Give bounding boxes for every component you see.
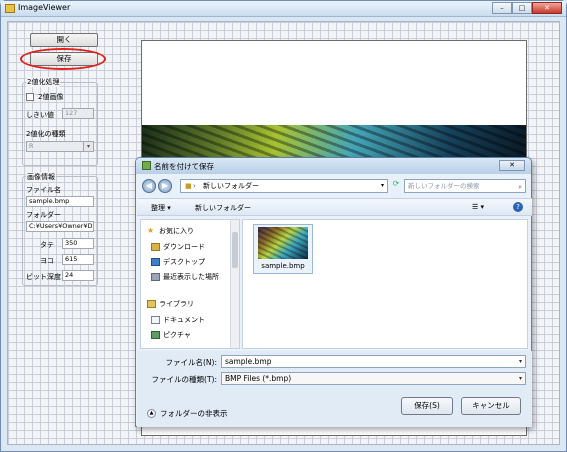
back-arrow-icon[interactable]: ◀	[142, 179, 156, 193]
chevron-down-icon[interactable]: ▾	[519, 356, 522, 367]
desktop-icon	[151, 258, 160, 266]
info-height-label: タテ	[40, 241, 54, 249]
nav-item-libraries[interactable]: ライブラリ	[147, 299, 194, 309]
navigation-scrollbar[interactable]	[230, 220, 239, 348]
loaded-image	[142, 125, 526, 161]
filetype-value: BMP Files (*.bmp)	[225, 374, 292, 383]
info-depth-label: ビット深度	[26, 273, 61, 281]
info-width-field[interactable]: 615	[62, 254, 94, 265]
help-icon[interactable]: ?	[513, 202, 523, 212]
binarize-checkbox-label: 2値画像	[38, 93, 64, 101]
hide-folders-label: フォルダーの非表示	[160, 409, 228, 418]
window-title: ImageViewer	[18, 3, 71, 12]
info-height-field[interactable]: 350	[62, 238, 94, 249]
highlight-ring	[20, 48, 106, 70]
info-folder-label: フォルダー	[26, 211, 61, 219]
file-thumbnail	[258, 227, 308, 259]
pictures-icon	[151, 331, 160, 339]
recent-places-icon	[151, 273, 160, 281]
binarize-type-value: R	[29, 142, 34, 150]
binarize-checkbox[interactable]	[26, 93, 34, 101]
address-row: ◀ ▶ ■ › 新しいフォルダー ▾ ⟳ 新しいフォルダーの検索 ⌕	[140, 178, 528, 194]
chevron-down-icon[interactable]: ▾	[519, 373, 522, 384]
app-icon	[5, 4, 15, 13]
file-name: sample.bmp	[261, 262, 305, 270]
address-bar[interactable]: ■ › 新しいフォルダー ▾	[180, 179, 388, 193]
filename-input[interactable]: sample.bmp ▾	[221, 355, 526, 368]
save-dialog: 名前を付けて保存 ✕ ◀ ▶ ■ › 新しいフォルダー ▾ ⟳ 新しいフォルダー…	[135, 157, 532, 427]
folder-icon: ■	[185, 182, 192, 190]
nav-item-favorites[interactable]: ★ お気に入り	[147, 226, 194, 236]
scrollbar-thumb[interactable]	[232, 232, 238, 268]
search-placeholder: 新しいフォルダーの検索	[408, 182, 480, 190]
star-icon: ★	[147, 226, 155, 235]
filetype-label: ファイルの種類(T):	[151, 375, 217, 384]
nav-item-downloads[interactable]: ダウンロード	[151, 242, 205, 252]
info-folder-field[interactable]: C:¥Users¥Owner¥De	[26, 221, 94, 232]
nav-item-documents[interactable]: ドキュメント	[151, 315, 205, 325]
refresh-icon[interactable]: ⟳	[390, 179, 402, 193]
info-filename-field[interactable]: sample.bmp	[26, 196, 94, 207]
filename-label: ファイル名(N):	[165, 358, 218, 367]
search-icon: ⌕	[518, 183, 522, 191]
filetype-select[interactable]: BMP Files (*.bmp) ▾	[221, 372, 526, 385]
maximize-button[interactable]: □	[512, 2, 532, 14]
library-icon	[147, 300, 156, 308]
info-filename-label: ファイル名	[26, 186, 61, 194]
search-input[interactable]: 新しいフォルダーの検索 ⌕	[404, 179, 526, 193]
image-info-group-label: 画像情報	[26, 172, 56, 182]
dialog-titlebar[interactable]: 名前を付けて保存 ✕	[136, 158, 531, 174]
nav-item-label: ピクチャ	[163, 331, 191, 339]
binarize-type-select[interactable]: R ▾	[26, 141, 94, 152]
filename-value: sample.bmp	[225, 357, 272, 366]
nav-item-pictures[interactable]: ピクチャ	[151, 330, 191, 340]
hide-folders-toggle[interactable]: ▲ フォルダーの非表示	[147, 408, 228, 419]
threshold-label: しきい値	[26, 111, 54, 119]
organize-button[interactable]: 整理 ▾	[151, 203, 171, 213]
chevron-down-icon: ▾	[83, 142, 93, 151]
nav-item-recent-places[interactable]: 最近表示した場所	[151, 272, 219, 282]
nav-item-label: デスクトップ	[163, 258, 205, 266]
dialog-title: 名前を付けて保存	[154, 162, 214, 171]
close-button[interactable]: ✕	[532, 2, 562, 14]
nav-item-label: ダウンロード	[163, 243, 205, 251]
info-width-label: ヨコ	[40, 257, 54, 265]
view-options-button[interactable]: ☰ ▾	[472, 203, 484, 211]
dialog-save-button[interactable]: 保存(S)	[401, 397, 453, 415]
dialog-close-button[interactable]: ✕	[499, 160, 525, 171]
chevron-down-icon[interactable]: ▾	[381, 180, 384, 192]
address-text: 新しいフォルダー	[203, 182, 259, 190]
file-list-pane[interactable]: sample.bmp	[242, 219, 528, 349]
dialog-icon	[142, 161, 151, 170]
open-button[interactable]: 開く	[30, 33, 98, 47]
binarize-group-label: 2値化処理	[26, 77, 61, 87]
window-titlebar[interactable]: ImageViewer – □ ✕	[1, 1, 566, 17]
nav-item-label: ライブラリ	[159, 300, 194, 308]
nav-item-desktop[interactable]: デスクトップ	[151, 257, 205, 267]
download-folder-icon	[151, 243, 160, 251]
dialog-cancel-button[interactable]: キャンセル	[461, 397, 521, 415]
dialog-toolbar: 整理 ▾ 新しいフォルダー ☰ ▾ ?	[137, 198, 532, 216]
dialog-bottom-panel: ファイル名(N): sample.bmp ▾ ファイルの種類(T): BMP F…	[137, 351, 532, 427]
file-item[interactable]: sample.bmp	[253, 224, 313, 274]
threshold-field[interactable]: 127	[62, 108, 94, 119]
navigation-pane: ★ お気に入り ダウンロード デスクトップ 最近表示した場所 ライブラリ ドキュ…	[140, 219, 240, 349]
info-depth-field[interactable]: 24	[62, 270, 94, 281]
documents-icon	[151, 316, 160, 324]
nav-item-label: お気に入り	[159, 227, 194, 235]
forward-arrow-icon[interactable]: ▶	[158, 179, 172, 193]
new-folder-button[interactable]: 新しいフォルダー	[195, 203, 251, 213]
minimize-button[interactable]: –	[492, 2, 512, 14]
nav-item-label: ドキュメント	[163, 316, 205, 324]
breadcrumb-chevron-icon: ›	[193, 182, 196, 190]
nav-item-label: 最近表示した場所	[163, 273, 219, 281]
chevron-up-icon: ▲	[147, 409, 156, 418]
binarize-type-label: 2値化の種類	[26, 130, 66, 138]
